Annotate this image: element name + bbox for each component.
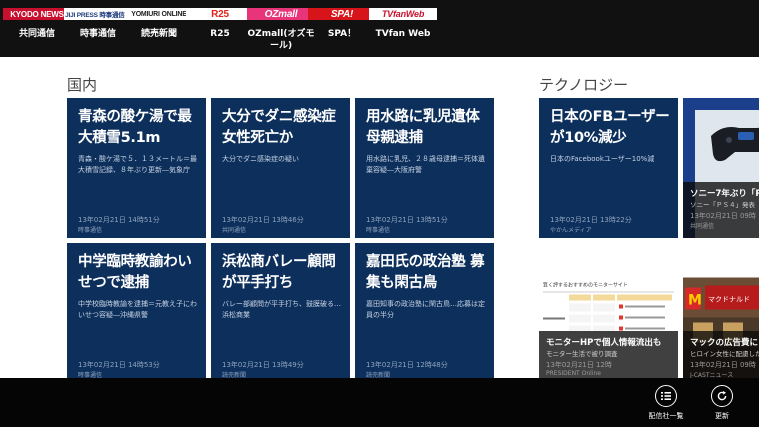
publisher-name: R25 — [210, 29, 230, 39]
tile-caption: マックの広告費に ヒロイン女性に配慮した 13年02月21日 09時 J-CAS… — [683, 331, 759, 378]
tile-date: 13年02月21日 14時51分 — [78, 216, 160, 224]
tile-source: 時事通信 — [78, 372, 103, 378]
tile-source: 共同通信 — [690, 223, 715, 230]
tile-summary: 青森・酸ケ湯で５．１３メートル＝最大積雪記録、８年ぶり更新―気象庁 — [78, 155, 197, 174]
publisher-logo: TVfanWeb — [369, 8, 437, 20]
section-title-technology[interactable]: テクノロジー — [539, 74, 628, 95]
tile-source: J-CASTニュース — [690, 372, 734, 378]
publisher-logo: OZmall — [247, 8, 315, 20]
tile-summary: ヒロイン女性に配慮した — [690, 350, 759, 358]
publisher-list-button[interactable]: 配信社一覧 — [636, 385, 696, 425]
news-tile-image[interactable]: ソニー7年ぶり「PS ソニー「ＰＳ４」発表 13年02月21日 09時 共同通信 — [683, 98, 759, 238]
publisher-r25[interactable]: R25 R25 — [186, 6, 254, 52]
refresh-button[interactable]: 更新 — [692, 385, 752, 425]
tile-summary: モニター生活で被り調査 — [546, 350, 618, 358]
publisher-list-label: 配信社一覧 — [648, 412, 684, 420]
tile-summary: 大分でダニ感染症の疑い — [222, 155, 299, 163]
tile-source: PRESIDENT Online — [546, 370, 601, 377]
tile-date: 13年02月21日 09時 — [690, 361, 756, 369]
publisher-name: 時事通信 — [79, 29, 116, 39]
tile-date: 13年02月21日 13時51分 — [366, 216, 448, 224]
tile-headline: 中学臨時教諭わいせつで逮捕 — [78, 254, 192, 291]
figure-sign: マクドナルド — [708, 296, 750, 304]
publisher-name: SPA！ — [327, 29, 357, 39]
tile-summary: 用水路に乳児、２８歳母逮捕＝死体遺棄容疑―大阪府警 — [366, 155, 485, 174]
tile-date: 13年02月21日 09時 — [690, 212, 756, 220]
tile-date: 13年02月21日 13時49分 — [222, 361, 304, 369]
tile-headline: 大分でダニ感染症女性死亡か — [222, 109, 336, 146]
tile-date: 13年02月21日 13時46分 — [222, 216, 304, 224]
tile-date: 13年02月21日 12時48分 — [366, 361, 448, 369]
tile-headline: マックの広告費に — [690, 338, 759, 348]
tile-headline: 用水路に乳児遺体 母親逮捕 — [366, 109, 480, 146]
publisher-name: TVfan Web — [375, 29, 431, 39]
tile-date: 13年02月21日 14時53分 — [78, 361, 160, 369]
publisher-logo: R25 — [186, 8, 254, 20]
publisher-yomiuri[interactable]: YOMIURI ONLINE 読売新聞 — [125, 6, 193, 52]
publisher-jiji[interactable]: JIJI PRESS 時事通信社 時事通信 — [64, 6, 132, 52]
tile-date: 13年02月21日 13時22分 — [550, 216, 632, 224]
publisher-name: 読売新聞 — [140, 29, 177, 39]
publisher-bar: KYODO NEWS 共同通信 JIJI PRESS 時事通信社 時事通信 YO… — [0, 0, 759, 57]
tile-summary: 日本のFacebookユーザー10%減 — [550, 155, 655, 163]
news-tile[interactable]: 青森の酸ケ湯で最大積雪5.1m 青森・酸ケ湯で５．１３メートル＝最大積雪記録、８… — [67, 98, 206, 238]
list-icon — [655, 385, 677, 407]
tile-headline: 嘉田氏の政治塾 募集も閑古鳥 — [366, 254, 485, 291]
refresh-label: 更新 — [715, 412, 729, 420]
tile-source: 時事通信 — [78, 227, 103, 234]
news-tile-image[interactable]: M マクドナルド マックの広告費に ヒロイン女性に配慮した 13年02月21日 … — [683, 266, 759, 378]
publisher-name: OZmall(オズモール) — [247, 29, 315, 51]
news-tile[interactable]: 用水路に乳児遺体 母親逮捕 用水路に乳児、２８歳母逮捕＝死体遺棄容疑―大阪府警 … — [355, 98, 494, 238]
publisher-spa[interactable]: SPA! SPA！ — [308, 6, 376, 52]
publisher-logo: SPA! — [308, 8, 376, 20]
tile-headline: 青森の酸ケ湯で最大積雪5.1m — [78, 109, 192, 146]
tile-caption: モニターHPで個人情報流出も モニター生活で被り調査 13年02月21日 12時… — [539, 331, 678, 378]
publisher-kyodo[interactable]: KYODO NEWS 共同通信 — [3, 6, 71, 52]
figure-heading: 質く評するおすすめのモニターサイト — [543, 282, 628, 289]
publisher-logo: YOMIURI ONLINE — [125, 8, 193, 20]
publisher-logo: JIJI PRESS 時事通信社 — [64, 8, 132, 20]
tile-summary: 嘉田知事の政治塾に閑古鳥…応募は定員の半分 — [366, 300, 485, 319]
tile-headline: 浜松商バレー顧問が平手打ち — [222, 254, 336, 291]
news-tile-image[interactable]: 質く評するおすすめのモニターサイト モニターHPで個人情報流出も モニター生活で… — [539, 266, 678, 378]
news-tile[interactable]: 日本のFBユーザーが10%減少 日本のFacebookユーザー10%減 13年0… — [539, 98, 678, 238]
tile-headline: モニターHPで個人情報流出も — [546, 338, 662, 348]
publisher-tvfan[interactable]: TVfanWeb TVfan Web — [369, 6, 437, 52]
publisher-logo: KYODO NEWS — [3, 8, 71, 20]
refresh-icon — [711, 385, 733, 407]
news-tile[interactable]: 嘉田氏の政治塾 募集も閑古鳥 嘉田知事の政治塾に閑古鳥…応募は定員の半分 13年… — [355, 243, 494, 378]
tile-source: やかんメディア — [550, 227, 592, 234]
svg-text:M: M — [688, 293, 702, 309]
tile-summary: ソニー「ＰＳ４」発表 — [690, 201, 755, 209]
publisher-ozmall[interactable]: OZmall OZmall(オズモール) — [247, 6, 315, 52]
tile-summary: 中学校臨時教諭を逮捕＝元教え子にわいせつ容疑―沖縄県警 — [78, 300, 197, 319]
news-tile[interactable]: 大分でダニ感染症女性死亡か 大分でダニ感染症の疑い 13年02月21日 13時4… — [211, 98, 350, 238]
news-hub: 国内 テクノロジー 青森の酸ケ湯で最大積雪5.1m 青森・酸ケ湯で５．１３メート… — [0, 57, 759, 378]
news-tile[interactable]: 浜松商バレー顧問が平手打ち バレー部顧問が平手打ち、鼓膜破る…浜松商業 13年0… — [211, 243, 350, 378]
tile-source: 時事通信 — [366, 227, 391, 234]
tile-date: 13年02月21日 12時 — [546, 361, 612, 369]
tile-source: 共同通信 — [222, 227, 247, 234]
tile-source: 読売新聞 — [366, 372, 391, 378]
tile-caption: ソニー7年ぶり「PS ソニー「ＰＳ４」発表 13年02月21日 09時 共同通信 — [683, 182, 759, 238]
section-title-domestic[interactable]: 国内 — [67, 74, 97, 95]
news-tile[interactable]: 中学臨時教諭わいせつで逮捕 中学校臨時教諭を逮捕＝元教え子にわいせつ容疑―沖縄県… — [67, 243, 206, 378]
tile-source: 読売新聞 — [222, 372, 247, 378]
tile-headline: ソニー7年ぶり「PS — [690, 189, 759, 199]
tile-summary: バレー部顧問が平手打ち、鼓膜破る…浜松商業 — [222, 300, 341, 319]
app-bar: 配信社一覧 更新 — [0, 378, 759, 427]
tile-headline: 日本のFBユーザーが10%減少 — [550, 109, 670, 146]
publisher-name: 共同通信 — [18, 29, 55, 39]
